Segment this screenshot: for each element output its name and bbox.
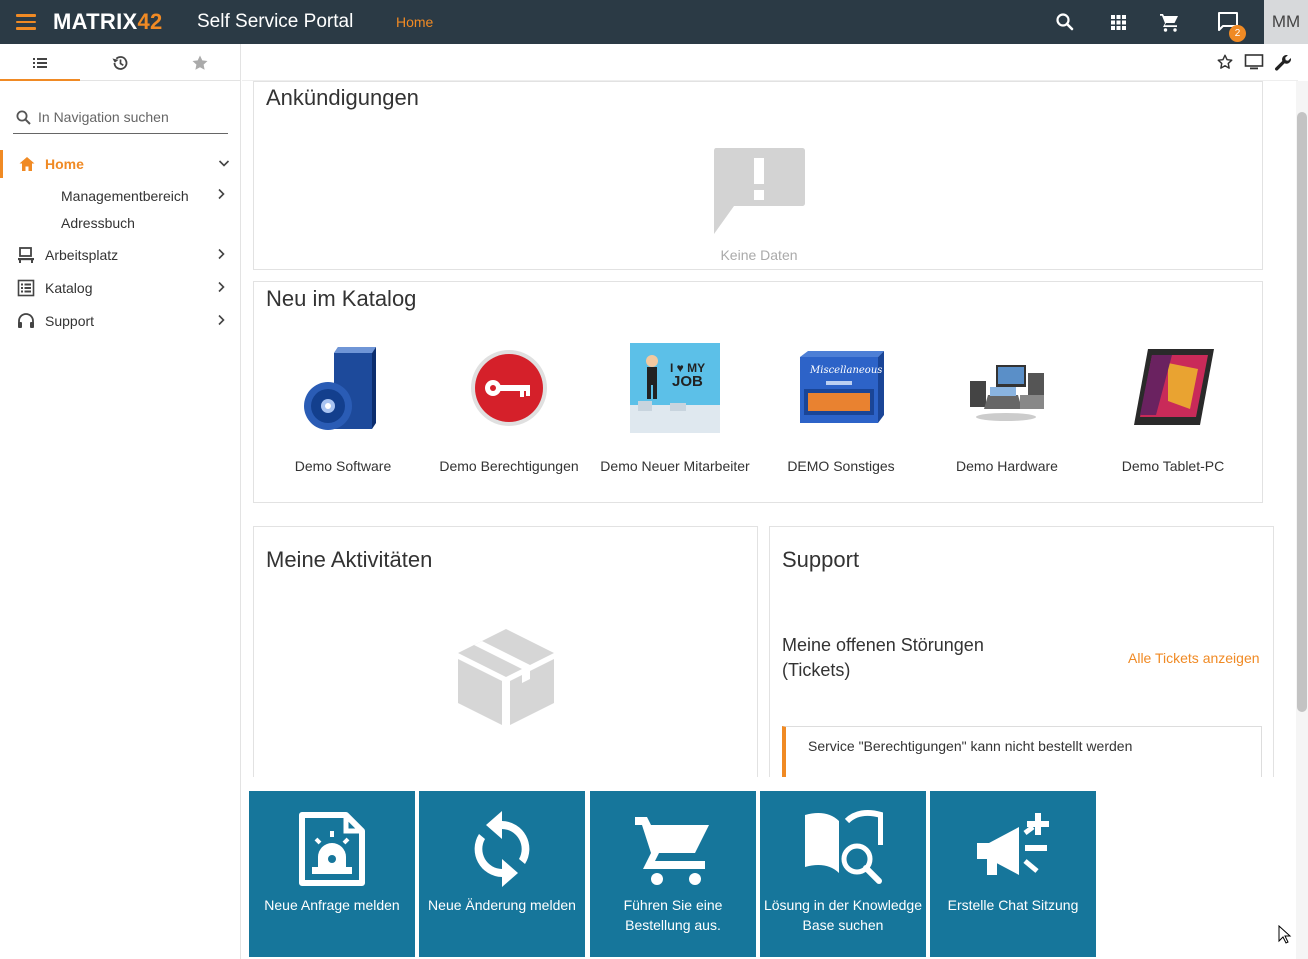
announcements-card: Ankündigungen Keine Daten [253,81,1263,270]
top-bar: MATRIX42 Self Service Portal Home 2 MM [0,0,1308,44]
tile-knowledge-base[interactable]: Lösung in der Knowledge Base suchen [760,791,926,957]
software-box-image [298,343,388,433]
home-icon [19,157,35,171]
monitor-icon[interactable] [1244,53,1264,71]
cart-icon [635,817,709,885]
sidebar-item-managementbereich[interactable]: Managementbereich [0,184,241,208]
catalog-item-demo-software[interactable]: Demo Software [260,343,426,477]
tab-favorites[interactable] [160,44,240,81]
wrench-icon[interactable] [1273,53,1293,73]
star-outline-icon[interactable] [1216,53,1234,71]
miscellaneous-drawer-image: Miscellaneous [796,343,886,433]
list-icon [33,58,47,68]
sidebar-item-label: Home [45,156,84,172]
menu-icon[interactable] [16,14,36,30]
support-subtitle: Meine offenen Störungen (Tickets) [782,635,984,680]
hardware-collection-image [962,343,1052,433]
badge-text-line2: JOB [672,373,703,390]
portal-title: Self Service Portal [197,11,354,32]
cart-icon[interactable] [1158,10,1182,34]
sidebar-item-label: Arbeitsplatz [45,247,119,263]
sync-icon [474,811,530,887]
search-icon[interactable] [1053,10,1077,34]
chevron-right-icon [218,248,225,260]
chevron-right-icon [218,188,225,200]
sidebar-item-home[interactable]: Home [0,150,241,178]
catalog-item-label: Demo Hardware [956,458,1058,474]
breadcrumb-home[interactable]: Home [396,14,433,30]
catalog-item-label: Demo Berechtigungen [439,458,579,474]
catalog-title: Neu im Katalog [266,286,417,311]
tile-chat-sitzung[interactable]: Erstelle Chat Sitzung [930,791,1096,957]
tile-label: Erstelle Chat Sitzung [947,897,1079,913]
star-icon [192,55,208,70]
support-card: Support Meine offenen Störungen (Tickets… [769,526,1274,786]
tile-label: Neue Änderung melden [428,897,576,913]
sidebar-item-katalog[interactable]: Katalog [0,274,241,302]
tile-bestellung[interactable]: Führen Sie eine Bestellung aus. [590,791,756,957]
workplace-icon [18,247,34,263]
catalog-item-demo-berechtigungen[interactable]: Demo Berechtigungen [426,343,592,477]
sidebar-item-arbeitsplatz[interactable]: Arbeitsplatz [0,241,241,269]
brand-logo[interactable]: MATRIX42 [53,9,163,35]
history-icon [112,56,128,70]
chevron-right-icon [218,314,225,326]
sidebar-tabs [0,44,240,81]
catalog-item-demo-hardware[interactable]: Demo Hardware [924,343,1090,477]
catalog-item-label: DEMO Sonstiges [787,458,895,474]
empty-box-icon [458,629,554,725]
ticket-title: Service "Berechtigungen" kann nicht best… [808,738,1133,754]
catalog-item-demo-neuer-mitarbeiter[interactable]: I ♥ MY JOB Demo Neuer Mitarbeiter [592,343,758,477]
announcements-empty-text: Keine Daten [720,247,798,263]
support-title: Support [782,547,860,572]
tile-label: Führen Sie eine Bestellung aus. [623,897,723,933]
notification-badge: 2 [1229,25,1246,42]
scrollbar-thumb[interactable] [1297,112,1307,712]
all-tickets-link[interactable]: Alle Tickets anzeigen [1128,650,1260,666]
mouse-cursor-icon [1278,925,1292,944]
apps-grid-icon[interactable] [1106,10,1130,34]
brand-word: MATRIX [53,9,138,34]
tile-label: Neue Anfrage melden [264,897,400,913]
catalog-card: Neu im Katalog Demo Software Demo Berech… [253,281,1263,503]
announcements-title: Ankündigungen [266,85,419,110]
sidebar-item-label: Support [45,313,95,329]
sidebar-item-label: Managementbereich [61,188,189,204]
tab-navigation[interactable] [0,44,80,81]
user-avatar[interactable]: MM [1264,0,1308,44]
catalog-icon [17,279,35,297]
alarm-report-icon [299,812,365,886]
catalog-item-label: Demo Software [294,458,392,474]
chevron-down-icon [218,160,230,167]
tile-label: Lösung in der Knowledge Base suchen [763,897,922,933]
alert-message-icon [714,148,805,234]
chevron-right-icon [218,281,225,293]
key-permission-image [464,343,554,433]
sidebar-item-support[interactable]: Support [0,307,241,335]
megaphone-plus-icon [977,813,1049,875]
activities-title: Meine Aktivitäten [266,547,433,572]
sidebar: In Navigation suchen Home Managementbere… [0,44,241,959]
brand-number: 42 [137,9,163,34]
tablet-image [1128,343,1218,433]
sidebar-item-label: Adressbuch [61,215,135,231]
catalog-item-demo-sonstiges[interactable]: Miscellaneous DEMO Sonstiges [758,343,924,477]
i-love-my-job-image: I ♥ MY JOB [630,343,720,433]
book-search-icon [805,810,883,884]
headset-icon [18,313,34,328]
navigation-search-input[interactable]: In Navigation suchen [13,102,228,134]
tile-neue-aenderung[interactable]: Neue Änderung melden [419,791,585,957]
search-icon [16,110,31,125]
tab-history[interactable] [80,44,160,81]
activities-card: Meine Aktivitäten [253,526,758,777]
badge-text: Miscellaneous [810,365,883,376]
catalog-item-demo-tablet-pc[interactable]: Demo Tablet-PC [1090,343,1256,477]
sidebar-item-adressbuch[interactable]: Adressbuch [0,211,241,235]
tile-neue-anfrage[interactable]: Neue Anfrage melden [249,791,415,957]
catalog-item-label: Demo Tablet-PC [1121,458,1225,474]
catalog-item-label: Demo Neuer Mitarbeiter [600,458,750,474]
search-placeholder: In Navigation suchen [38,109,169,125]
sidebar-item-label: Katalog [45,280,93,296]
content-toolbar [242,44,1298,81]
